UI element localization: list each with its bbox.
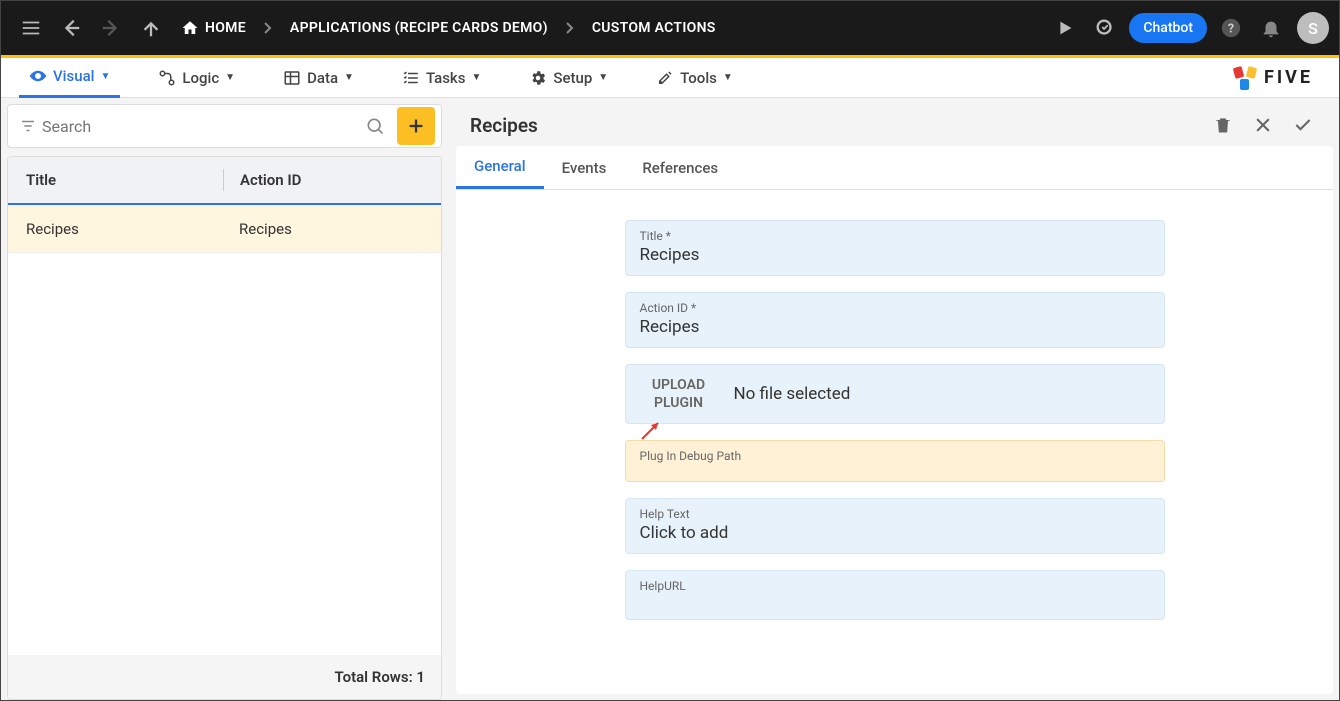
tab-setup-label: Setup (553, 69, 592, 87)
detail-form: Title * Recipes Action ID * Recipes UPLO… (456, 190, 1333, 694)
action-id-value: Recipes (640, 317, 1150, 337)
close-icon[interactable] (1243, 115, 1283, 135)
breadcrumb-app[interactable]: APPLICATIONS (RECIPE CARDS DEMO) (280, 20, 558, 36)
avatar[interactable]: S (1297, 12, 1329, 44)
logo-text: FIVE (1264, 67, 1313, 88)
help-url-field[interactable]: HelpURL (625, 570, 1165, 620)
bell-icon[interactable] (1251, 8, 1291, 48)
avatar-initial: S (1308, 19, 1318, 38)
chevron-right-icon (256, 22, 280, 34)
tab-logic[interactable]: Logic ▼ (148, 58, 245, 98)
left-panel: Title Action ID Recipes Recipes Total Ro… (1, 98, 448, 700)
col-divider (223, 169, 224, 191)
chevron-down-icon: ▼ (100, 71, 110, 82)
help-text-label: Help Text (640, 507, 1150, 521)
footer-label: Total Rows: (335, 668, 413, 686)
forward-icon (91, 8, 131, 48)
play-icon[interactable] (1045, 8, 1085, 48)
chevron-down-icon: ▼ (225, 72, 235, 83)
breadcrumb-home[interactable]: HOME (171, 19, 256, 37)
help-icon[interactable]: ? (1211, 8, 1251, 48)
list-footer: Total Rows: 1 (8, 655, 441, 699)
row-title: Recipes (8, 220, 239, 238)
detail-header: Recipes (456, 104, 1333, 146)
action-id-label: Action ID * (640, 301, 1150, 315)
hamburger-icon[interactable] (11, 8, 51, 48)
tab-events[interactable]: Events (544, 146, 625, 189)
chatbot-button[interactable]: Chatbot (1129, 13, 1207, 43)
title-field-label: Title * (640, 229, 1150, 243)
breadcrumb-home-label: HOME (205, 20, 246, 36)
tab-tasks-label: Tasks (426, 69, 466, 87)
list-row[interactable]: Recipes Recipes (8, 205, 441, 253)
breadcrumb-page-label: CUSTOM ACTIONS (592, 20, 716, 36)
help-url-value (640, 595, 1150, 609)
pointer-arrow-icon (638, 415, 666, 443)
data-list: Title Action ID Recipes Recipes Total Ro… (7, 156, 442, 700)
logo: FIVE (1234, 67, 1335, 89)
up-icon[interactable] (131, 8, 171, 48)
chevron-down-icon: ▼ (723, 72, 733, 83)
right-panel: Recipes General Events References Title … (448, 98, 1339, 700)
title-field[interactable]: Title * Recipes (625, 220, 1165, 276)
chevron-down-icon: ▼ (471, 72, 481, 83)
svg-text:?: ? (1228, 22, 1234, 37)
list-header: Title Action ID (8, 157, 441, 205)
delete-icon[interactable] (1203, 115, 1243, 135)
debug-path-label: Plug In Debug Path (640, 449, 1150, 463)
chatbot-label: Chatbot (1143, 20, 1193, 36)
help-text-field[interactable]: Help Text Click to add (625, 498, 1165, 554)
logo-mark-icon (1234, 67, 1256, 89)
list-body: Recipes Recipes (8, 205, 441, 655)
inspect-icon[interactable] (1085, 8, 1125, 48)
back-icon[interactable] (51, 8, 91, 48)
main-tabs: Visual ▼ Logic ▼ Data ▼ Tasks ▼ Setup ▼ Tools… (1, 58, 1339, 98)
filter-icon[interactable] (14, 117, 42, 135)
chevron-right-icon (558, 22, 582, 34)
chevron-down-icon: ▼ (598, 72, 608, 83)
tab-general[interactable]: General (456, 146, 544, 189)
save-icon[interactable] (1283, 115, 1323, 135)
row-action-id: Recipes (239, 220, 292, 238)
search-bar (7, 104, 442, 148)
add-button[interactable] (397, 107, 435, 145)
tab-data[interactable]: Data ▼ (273, 58, 364, 98)
chevron-down-icon: ▼ (344, 72, 354, 83)
upload-status: No file selected (734, 384, 851, 404)
debug-path-value (640, 465, 1150, 471)
help-text-value: Click to add (640, 523, 1150, 543)
upload-plugin-button[interactable]: UPLOAD PLUGIN (640, 376, 718, 412)
col-action-id[interactable]: Action ID (240, 171, 301, 189)
search-input[interactable] (42, 117, 359, 136)
tab-logic-label: Logic (182, 69, 219, 87)
breadcrumb-page[interactable]: CUSTOM ACTIONS (582, 20, 726, 36)
action-id-field[interactable]: Action ID * Recipes (625, 292, 1165, 348)
tab-visual-label: Visual (53, 67, 94, 85)
breadcrumb-app-label: APPLICATIONS (RECIPE CARDS DEMO) (290, 20, 548, 36)
tab-references[interactable]: References (624, 146, 736, 189)
detail-tabs: General Events References (456, 146, 1333, 190)
tab-visual[interactable]: Visual ▼ (19, 58, 120, 98)
title-field-value: Recipes (640, 245, 1150, 265)
tab-tasks[interactable]: Tasks ▼ (392, 58, 491, 98)
tab-setup[interactable]: Setup ▼ (519, 58, 618, 98)
search-icon[interactable] (359, 116, 391, 136)
footer-count: 1 (416, 668, 425, 686)
col-title[interactable]: Title (8, 171, 223, 189)
upload-plugin-field[interactable]: UPLOAD PLUGIN No file selected (625, 364, 1165, 424)
detail-title: Recipes (470, 114, 1203, 137)
tab-tools[interactable]: Tools ▼ (646, 58, 743, 98)
help-url-label: HelpURL (640, 579, 1150, 593)
tab-tools-label: Tools (680, 69, 717, 87)
top-bar: HOME APPLICATIONS (RECIPE CARDS DEMO) CU… (1, 1, 1339, 55)
debug-path-field[interactable]: Plug In Debug Path (625, 440, 1165, 482)
tab-data-label: Data (307, 69, 338, 87)
